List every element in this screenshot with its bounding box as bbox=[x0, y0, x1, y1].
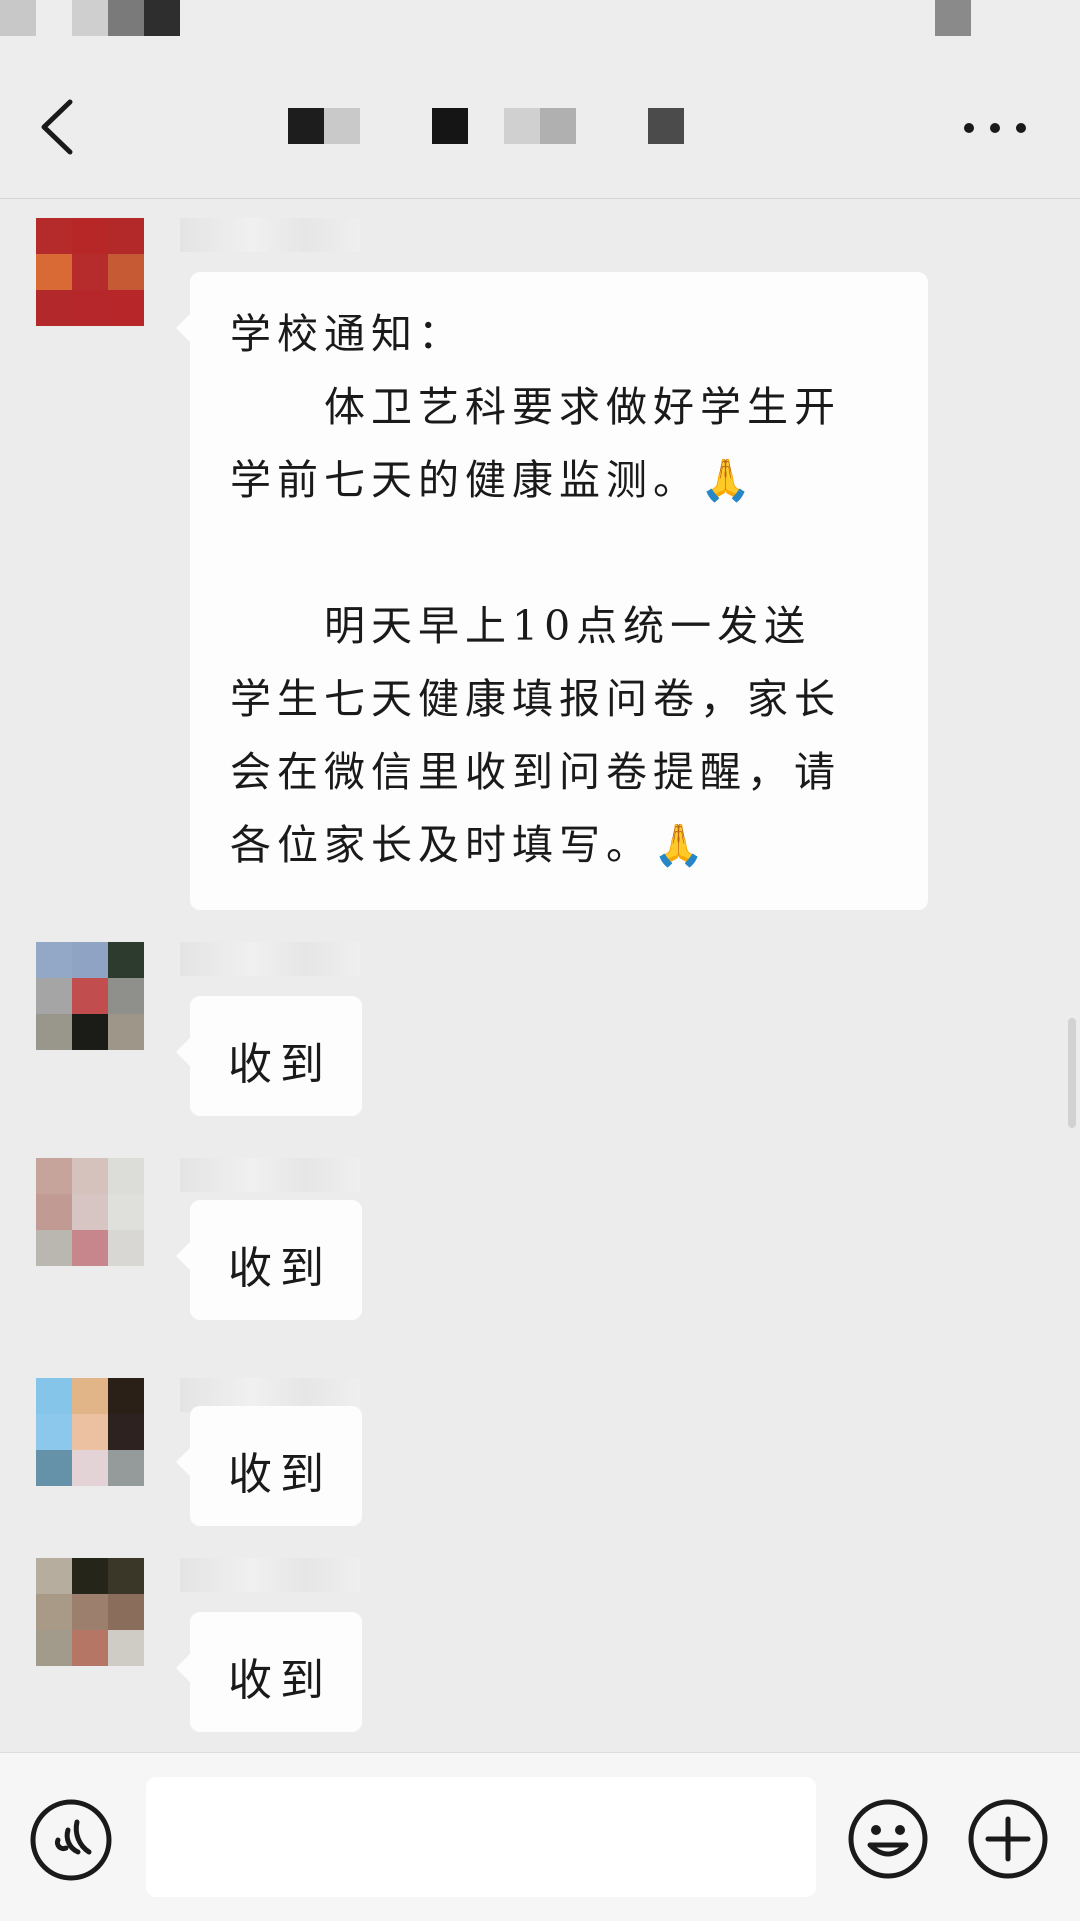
sender-name-obscured bbox=[180, 942, 360, 976]
reply-bubble[interactable]: 收到 bbox=[176, 1200, 362, 1320]
avatar[interactable] bbox=[36, 1558, 144, 1666]
plus-icon[interactable] bbox=[966, 1797, 1050, 1881]
notice-line: 学校通知： bbox=[230, 310, 465, 358]
status-pixel bbox=[144, 0, 180, 36]
scrollbar[interactable] bbox=[1068, 1018, 1076, 1128]
reply-bubble[interactable]: 收到 bbox=[176, 1406, 362, 1526]
reply-text: 收到 bbox=[228, 1655, 332, 1706]
voice-icon[interactable] bbox=[28, 1797, 114, 1883]
reply-bubble[interactable]: 收到 bbox=[176, 1612, 362, 1732]
chat-header bbox=[0, 50, 1080, 199]
status-pixel bbox=[935, 0, 971, 36]
notice-line: 学生七天健康填报问卷，家长 bbox=[230, 675, 841, 723]
reply-text: 收到 bbox=[228, 1449, 332, 1500]
more-dots-icon[interactable] bbox=[955, 108, 1035, 148]
notice-line: 学前七天的健康监测。 bbox=[230, 456, 700, 504]
message-list[interactable]: 学校通知： 体卫艺科要求做好学生开 学前七天的健康监测。🙏 明天早上10点统一发… bbox=[0, 200, 1080, 1750]
status-pixel bbox=[108, 0, 144, 36]
emoji-face-icon[interactable] bbox=[846, 1797, 930, 1881]
chevron-left-icon[interactable] bbox=[30, 92, 90, 162]
notice-line: 体卫艺科要求做好学生开 bbox=[230, 383, 841, 431]
sender-name-obscured bbox=[180, 1558, 360, 1592]
status-bar bbox=[0, 0, 1080, 50]
reply-text: 收到 bbox=[228, 1039, 332, 1090]
notice-bubble[interactable]: 学校通知： 体卫艺科要求做好学生开 学前七天的健康监测。🙏 明天早上10点统一发… bbox=[176, 272, 928, 910]
avatar[interactable] bbox=[36, 218, 144, 326]
status-pixel bbox=[72, 0, 108, 36]
sender-name-obscured bbox=[180, 218, 360, 252]
status-pixel bbox=[0, 0, 36, 36]
avatar[interactable] bbox=[36, 942, 144, 1050]
notice-line: 会在微信里收到问卷提醒，请 bbox=[230, 748, 841, 796]
notice-text: 学校通知： 体卫艺科要求做好学生开 学前七天的健康监测。🙏 明天早上10点统一发… bbox=[230, 298, 900, 882]
reply-text: 收到 bbox=[228, 1243, 332, 1294]
notice-line: 明天早上10点统一发送 bbox=[230, 602, 812, 650]
reply-bubble[interactable]: 收到 bbox=[176, 996, 362, 1116]
avatar[interactable] bbox=[36, 1378, 144, 1486]
notice-line: 各位家长及时填写。 bbox=[230, 821, 653, 869]
palms-together-emoji-icon: 🙏 bbox=[700, 456, 758, 504]
sender-name-obscured bbox=[180, 1158, 360, 1192]
palms-together-emoji-icon: 🙏 bbox=[653, 821, 711, 869]
message-input[interactable] bbox=[146, 1777, 816, 1897]
avatar[interactable] bbox=[36, 1158, 144, 1266]
input-bar bbox=[0, 1752, 1080, 1921]
chat-title-obscured bbox=[284, 108, 724, 144]
